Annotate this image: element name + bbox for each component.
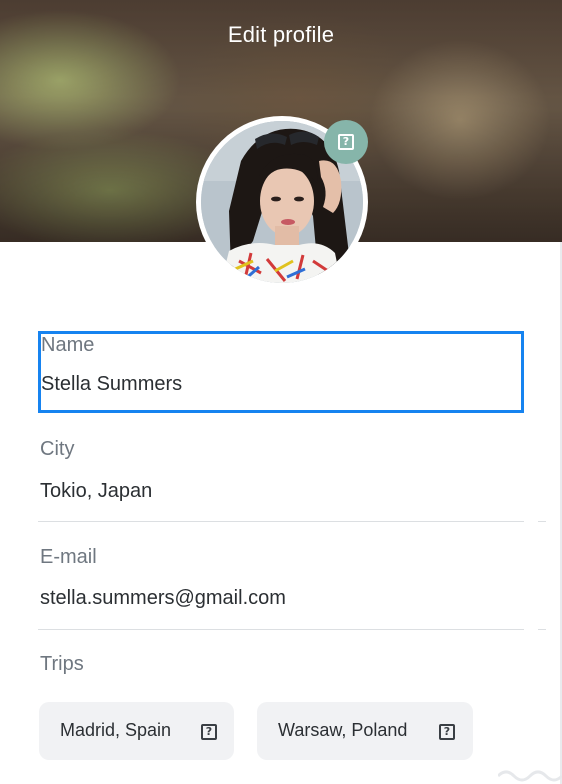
page-title: Edit profile: [227, 22, 335, 47]
email-field[interactable]: E-mail stella.summers@gmail.com: [38, 546, 524, 618]
name-field[interactable]: Name Stella Summers: [38, 331, 524, 413]
trip-chip-warsaw[interactable]: Warsaw, Poland ?: [257, 702, 473, 760]
name-label: Name: [41, 334, 95, 356]
change-photo-button[interactable]: ?: [324, 120, 368, 164]
email-input[interactable]: stella.summers@gmail.com: [40, 587, 286, 610]
city-input[interactable]: Tokio, Japan: [40, 480, 152, 503]
trip-chip-label: Warsaw, Poland: [278, 720, 408, 740]
city-field[interactable]: City Tokio, Japan: [38, 438, 524, 510]
trip-chip-madrid[interactable]: Madrid, Spain ?: [39, 702, 234, 760]
city-label: City: [40, 438, 75, 460]
divider: [538, 521, 546, 522]
question-box-icon: ?: [338, 134, 354, 150]
divider: [38, 629, 524, 630]
divider: [38, 521, 524, 522]
edit-profile-screen: Edit profile ? Name Stella Summers City …: [0, 0, 562, 784]
question-box-icon[interactable]: ?: [201, 724, 217, 740]
trips-label: Trips: [40, 653, 84, 675]
divider: [538, 629, 546, 630]
email-label: E-mail: [40, 546, 97, 568]
wave-decoration: [498, 770, 562, 782]
question-box-icon[interactable]: ?: [439, 724, 455, 740]
trip-chip-label: Madrid, Spain: [60, 720, 172, 740]
name-input[interactable]: Stella Summers: [41, 373, 182, 396]
